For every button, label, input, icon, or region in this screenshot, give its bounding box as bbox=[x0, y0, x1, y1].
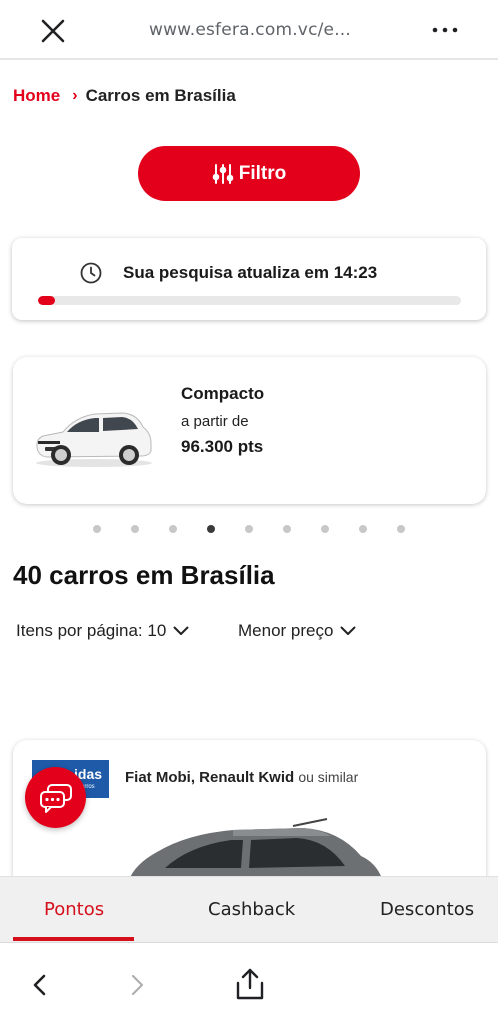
chevron-down-icon bbox=[340, 626, 356, 635]
browser-bottom-bar bbox=[0, 942, 498, 1024]
carousel-dot[interactable] bbox=[397, 525, 405, 533]
white-hatchback-car-image bbox=[36, 412, 152, 467]
filter-label: Filtro bbox=[238, 162, 287, 184]
sort-select[interactable]: Menor preço bbox=[238, 621, 356, 641]
active-tab-indicator bbox=[13, 937, 134, 941]
url-bar[interactable]: www.esfera.com.vc/e... bbox=[120, 20, 380, 40]
carousel-dot[interactable] bbox=[283, 525, 291, 533]
bottom-tabs: Pontos Cashback Descontos bbox=[0, 876, 498, 942]
carousel-pagination bbox=[0, 525, 498, 535]
breadcrumb: Home › Carros em Brasília bbox=[13, 86, 236, 106]
more-vertical-icon[interactable] bbox=[430, 18, 460, 42]
breadcrumb-separator: › bbox=[72, 87, 78, 104]
category-from-label: a partir de bbox=[181, 413, 249, 430]
items-per-page-label: Itens por página: 10 bbox=[16, 621, 167, 640]
carousel-dot[interactable] bbox=[207, 525, 215, 533]
carousel-dot[interactable] bbox=[131, 525, 139, 533]
forward-arrow-icon[interactable] bbox=[127, 973, 147, 997]
timer-progress-bar bbox=[38, 296, 461, 305]
category-name: Compacto bbox=[181, 384, 265, 403]
tab-descontos[interactable]: Descontos bbox=[380, 899, 474, 920]
tab-pontos[interactable]: Pontos bbox=[44, 899, 104, 920]
carousel-dot[interactable] bbox=[359, 525, 367, 533]
category-card[interactable]: Compacto a partir de 96.300 pts bbox=[13, 357, 486, 504]
share-icon[interactable] bbox=[234, 967, 266, 1001]
sort-label: Menor preço bbox=[238, 621, 334, 640]
back-arrow-icon[interactable] bbox=[30, 973, 50, 997]
items-per-page-select[interactable]: Itens por página: 10 bbox=[16, 621, 189, 641]
carousel-dot[interactable] bbox=[93, 525, 101, 533]
clock-icon bbox=[80, 262, 102, 284]
carousel-dot[interactable] bbox=[321, 525, 329, 533]
tab-cashback[interactable]: Cashback bbox=[208, 899, 295, 920]
offer-car-models: Fiat Mobi, Renault Kwid bbox=[125, 769, 295, 786]
chat-bubbles-icon bbox=[39, 783, 72, 813]
sliders-icon bbox=[212, 163, 234, 184]
filter-button[interactable]: Filtro bbox=[138, 146, 360, 201]
results-title: 40 carros em Brasília bbox=[13, 560, 275, 590]
timer-progress-fill bbox=[38, 296, 55, 305]
chat-support-button[interactable] bbox=[25, 767, 86, 828]
timer-text: Sua pesquisa atualiza em 14:23 bbox=[123, 263, 378, 282]
carousel-dot[interactable] bbox=[169, 525, 177, 533]
chevron-down-icon bbox=[173, 626, 189, 635]
close-icon[interactable] bbox=[40, 18, 66, 44]
carousel-dot[interactable] bbox=[245, 525, 253, 533]
search-timer-card: Sua pesquisa atualiza em 14:23 bbox=[12, 238, 486, 320]
offer-similar-label: ou similar bbox=[298, 769, 359, 785]
offer-title: Fiat Mobi, Renault Kwid ou similar bbox=[125, 769, 358, 786]
browser-top-bar: www.esfera.com.vc/e... bbox=[0, 0, 498, 60]
breadcrumb-home-link[interactable]: Home bbox=[13, 86, 60, 106]
category-price: 96.300 pts bbox=[181, 437, 264, 456]
breadcrumb-current: Carros em Brasília bbox=[85, 86, 236, 105]
